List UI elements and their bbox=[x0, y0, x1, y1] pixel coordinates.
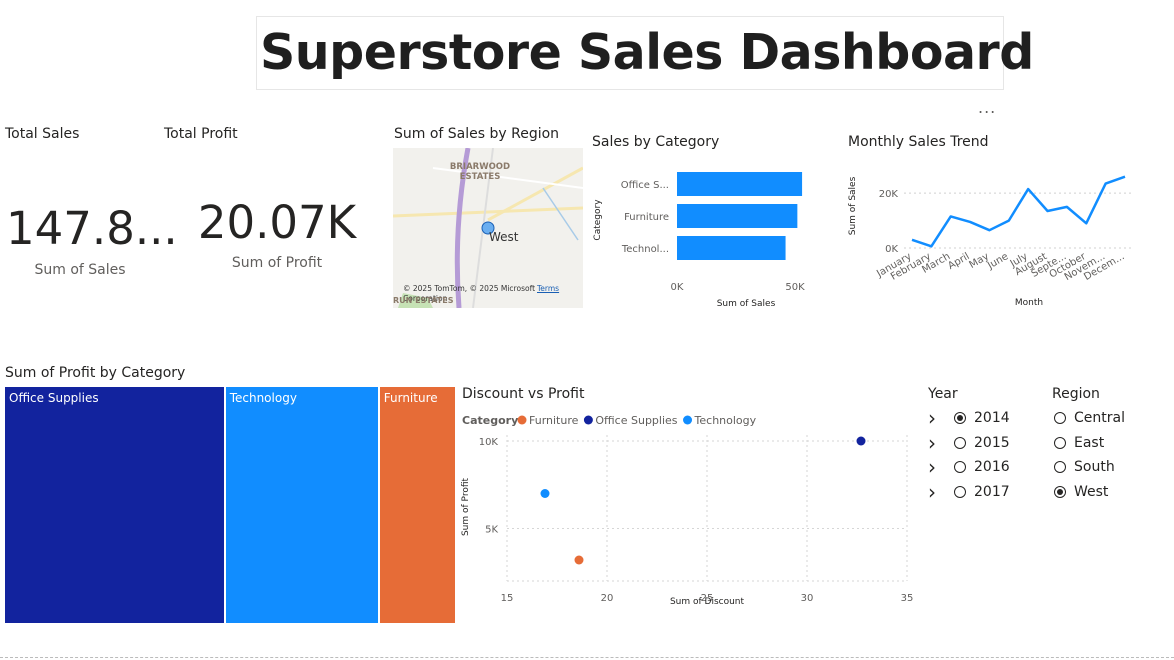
total-sales-value: 147.8... bbox=[6, 202, 178, 255]
year-slicer-item-label: 2017 bbox=[974, 483, 1010, 500]
region-slicer-item-label: Central bbox=[1074, 410, 1125, 426]
discount-profit-chart[interactable]: Category Furniture Office Supplies Technolo… bbox=[458, 410, 918, 610]
radio-button[interactable] bbox=[954, 485, 966, 498]
y-axis-label: Sum of Profit bbox=[461, 478, 471, 537]
y-tick-label: 0K bbox=[885, 244, 898, 255]
chevron-right-icon[interactable]: › bbox=[928, 482, 944, 502]
y-tick-label: 20K bbox=[879, 189, 899, 200]
year-slicer-item[interactable]: › 2016 bbox=[928, 457, 1010, 477]
chevron-right-icon[interactable]: › bbox=[928, 457, 944, 477]
treemap-tile[interactable]: Furniture bbox=[379, 387, 457, 623]
total-sales-label: Sum of Sales bbox=[34, 262, 126, 278]
profit-treemap[interactable]: Office Supplies Technology Furniture bbox=[5, 387, 457, 623]
x-tick-label: 15 bbox=[501, 593, 514, 604]
sales-trend-line[interactable] bbox=[911, 175, 1126, 248]
treemap-tile[interactable]: Office Supplies bbox=[5, 387, 226, 623]
year-slicer-item[interactable]: › 2014 bbox=[928, 408, 1010, 428]
chevron-right-icon[interactable]: › bbox=[928, 408, 944, 428]
radio-button[interactable] bbox=[954, 412, 966, 424]
total-profit-label: Sum of Profit bbox=[231, 255, 323, 271]
region-slicer-item-label: West bbox=[1074, 483, 1109, 500]
year-slicer-item-label: 2016 bbox=[974, 459, 1010, 476]
radio-button[interactable] bbox=[1054, 412, 1066, 424]
legend-marker bbox=[683, 415, 693, 425]
scatter-point[interactable] bbox=[574, 555, 584, 565]
scatter-point[interactable] bbox=[856, 436, 866, 446]
radio-button[interactable] bbox=[1054, 461, 1066, 474]
sales-by-category-title: Sales by Category bbox=[592, 134, 720, 150]
sales-by-region-map[interactable]: BRIARWOOD ESTATES West © 2025 TomTom, © … bbox=[393, 148, 583, 308]
region-slicer-item[interactable]: Central bbox=[1054, 410, 1125, 426]
profit-treemap-title: Sum of Profit by Category bbox=[5, 365, 186, 381]
legend-title: Category bbox=[462, 414, 518, 427]
radio-button[interactable] bbox=[1054, 436, 1066, 449]
region-slicer-item-label: East bbox=[1074, 434, 1105, 451]
x-axis-label: Sum of Discount bbox=[670, 597, 745, 607]
total-sales-title: Total Sales bbox=[5, 126, 80, 142]
legend-marker bbox=[583, 415, 593, 425]
treemap-tile[interactable]: Technology bbox=[225, 387, 380, 623]
monthly-trend-title: Monthly Sales Trend bbox=[848, 134, 989, 150]
year-slicer-title: Year bbox=[928, 386, 958, 402]
legend-entry: Furniture bbox=[529, 414, 579, 427]
scatter-point[interactable] bbox=[540, 489, 550, 498]
sales-by-category-chart[interactable]: Office S... Furniture Technol... Category 0K… bbox=[585, 158, 815, 310]
total-profit-value: 20.07K bbox=[197, 196, 357, 249]
region-slicer-title: Region bbox=[1052, 386, 1100, 402]
map-point-label: West bbox=[489, 230, 519, 244]
y-axis-label: Category bbox=[593, 199, 603, 241]
x-tick-label: 0K bbox=[671, 282, 684, 293]
year-slicer-item[interactable]: › 2017 bbox=[928, 482, 1010, 502]
bar[interactable] bbox=[677, 172, 803, 196]
x-axis-label: Sum of Sales bbox=[717, 299, 776, 309]
x-tick-label: 50K bbox=[785, 282, 805, 293]
bar-category-label: Office S... bbox=[621, 180, 669, 191]
treemap-tile-label: Office Supplies bbox=[9, 391, 99, 405]
region-slicer-item[interactable]: East bbox=[1054, 435, 1104, 451]
map-corner-label: RUN ESTATES bbox=[393, 296, 454, 305]
y-tick-label: 10K bbox=[479, 437, 499, 448]
bar[interactable] bbox=[677, 236, 786, 260]
year-slicer-item[interactable]: › 2015 bbox=[928, 433, 1010, 453]
region-slicer-item[interactable]: West bbox=[1054, 484, 1108, 500]
treemap-tile-label: Technology bbox=[229, 391, 297, 405]
radio-button[interactable] bbox=[954, 461, 966, 474]
radio-button[interactable] bbox=[954, 436, 966, 449]
total-profit-title: Total Profit bbox=[164, 126, 238, 142]
x-tick-label: 20 bbox=[601, 593, 614, 604]
legend-marker bbox=[517, 415, 527, 425]
bar[interactable] bbox=[677, 204, 798, 228]
legend-entry: Office Supplies bbox=[595, 414, 677, 427]
x-tick-label: 30 bbox=[801, 593, 814, 604]
y-tick-label: 5K bbox=[485, 525, 498, 536]
treemap-tile-label: Furniture bbox=[383, 391, 438, 405]
x-tick-label: 35 bbox=[901, 593, 914, 604]
radio-button[interactable] bbox=[1054, 485, 1066, 498]
x-tick-label: June bbox=[985, 251, 1010, 272]
map-terms-link[interactable]: Terms bbox=[537, 284, 559, 293]
dashboard-title: Superstore Sales Dashboard bbox=[260, 24, 1034, 81]
bar-category-label: Furniture bbox=[624, 212, 669, 223]
year-slicer-item-label: 2015 bbox=[974, 434, 1010, 451]
y-axis-label: Sum of Sales bbox=[848, 176, 858, 235]
discount-profit-title: Discount vs Profit bbox=[462, 386, 585, 402]
page-bottom-divider bbox=[0, 657, 1174, 658]
chevron-right-icon[interactable]: › bbox=[928, 433, 944, 453]
region-slicer-item-label: South bbox=[1074, 459, 1115, 476]
map-place-label: BRIARWOOD ESTATES bbox=[449, 162, 511, 182]
more-options-icon[interactable]: ... bbox=[978, 98, 996, 117]
bar-category-label: Technol... bbox=[621, 244, 669, 255]
legend-entry: Technology bbox=[694, 414, 757, 427]
x-axis-label: Month bbox=[1015, 298, 1043, 308]
region-slicer-item[interactable]: South bbox=[1054, 459, 1115, 475]
year-slicer-item-label: 2014 bbox=[974, 410, 1010, 426]
map-title: Sum of Sales by Region bbox=[394, 126, 560, 142]
monthly-trend-chart[interactable]: 0K20KSum of SalesJanuaryFebruaryMarchApr… bbox=[840, 158, 1150, 310]
